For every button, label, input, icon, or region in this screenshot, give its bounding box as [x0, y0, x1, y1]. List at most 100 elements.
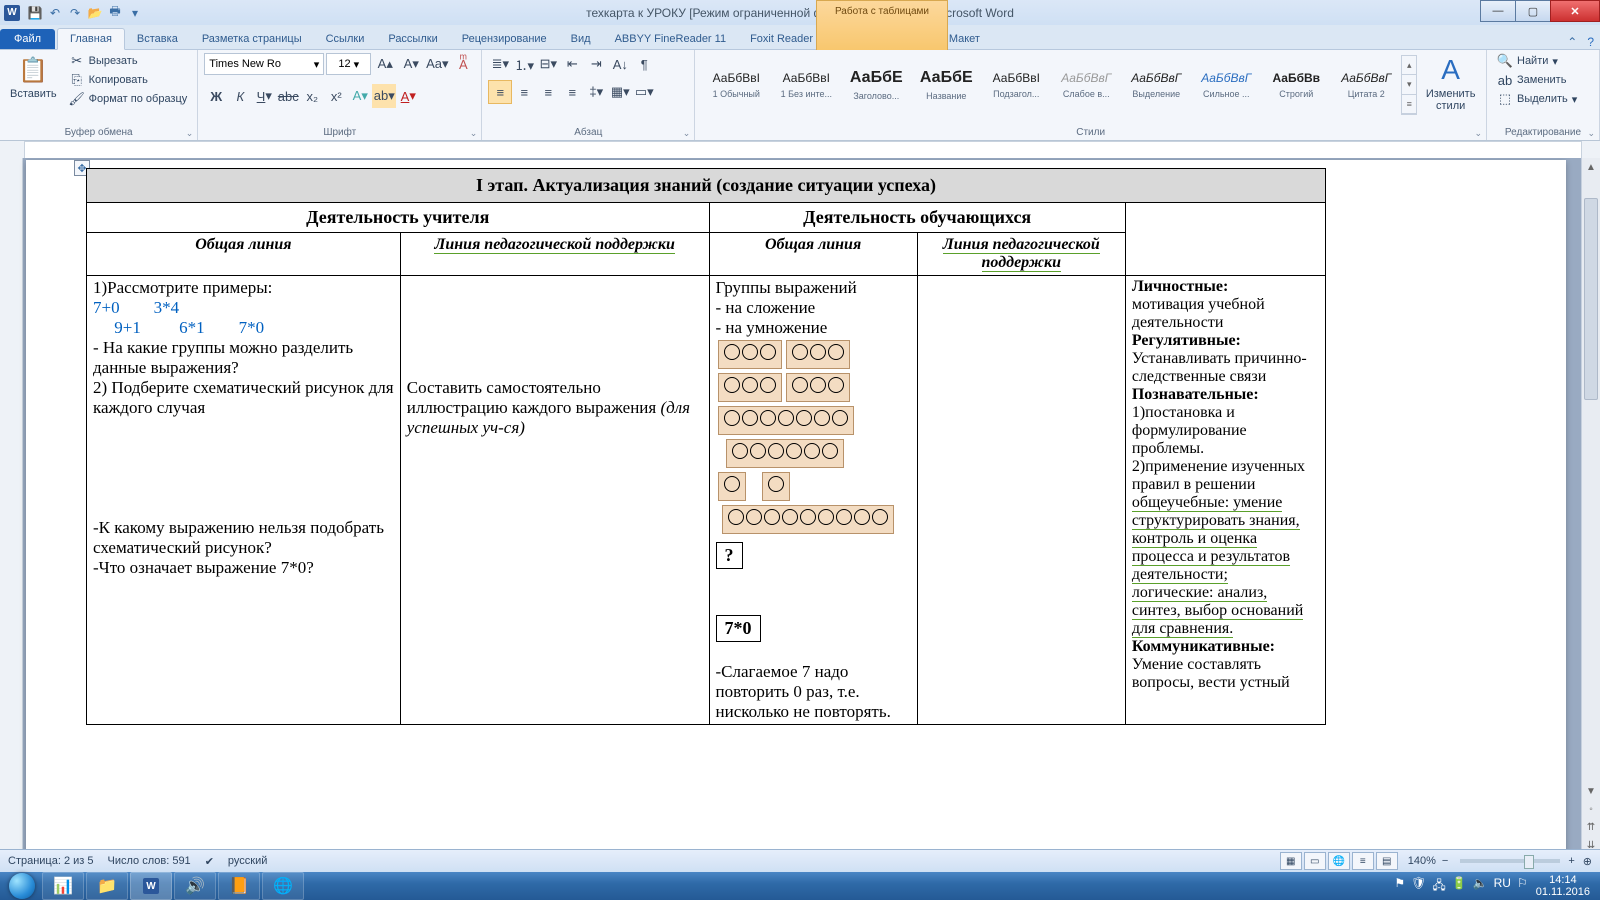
document-table[interactable]: I этап. Актуализация знаний (создание си… [86, 168, 1326, 725]
prev-page-button[interactable]: ⇈ [1582, 818, 1600, 836]
teacher-general-header[interactable]: Общая линия [87, 233, 401, 276]
highlight-button[interactable]: ab▾ [372, 84, 396, 108]
tray-action-icon[interactable]: ⚐ [1517, 876, 1528, 897]
task-chrome[interactable]: 🌐 [262, 872, 304, 900]
tray-shield-icon[interactable]: 🛡 [1411, 876, 1426, 897]
grow-font-button[interactable]: A▴ [373, 52, 397, 76]
qat-preview[interactable]: 🖶 [106, 4, 124, 22]
scroll-down-button[interactable]: ▼ [1582, 782, 1600, 800]
view-draft[interactable]: ▤ [1376, 852, 1398, 870]
select-button[interactable]: ⬚Выделить ▾ [1493, 90, 1581, 108]
tray-flag-icon[interactable]: ⚑ [1394, 876, 1405, 897]
tab-abbyy[interactable]: ABBYY FineReader 11 [603, 29, 739, 49]
tab-view[interactable]: Вид [559, 29, 603, 49]
superscript-button[interactable]: x² [324, 84, 348, 108]
help-icon[interactable]: ? [1587, 35, 1594, 49]
inc-indent-button[interactable]: ⇥ [584, 52, 608, 76]
zoom-in-button[interactable]: + [1568, 855, 1574, 867]
underline-button[interactable]: Ч▾ [252, 84, 276, 108]
zoom-knob[interactable] [1524, 855, 1534, 869]
style-title[interactable]: АаБбЕНазвание [911, 53, 981, 117]
status-language[interactable]: русский [228, 855, 267, 867]
italic-button[interactable]: К [228, 84, 252, 108]
results-cell[interactable]: Личностные: мотивация учебной деятельнос… [1125, 276, 1325, 725]
task-explorer[interactable]: 📁 [86, 872, 128, 900]
vscroll-thumb[interactable] [1584, 198, 1598, 400]
paste-button[interactable]: 📋 Вставить [6, 52, 61, 102]
vertical-scrollbar[interactable]: ▲ ▼ ◦ ⇈ ⇊ [1581, 158, 1600, 854]
teacher-support-cell[interactable]: Составить самостоятельно иллюстрацию каж… [400, 276, 709, 725]
stage-header-cell[interactable]: I этап. Актуализация знаний (создание си… [87, 169, 1326, 203]
format-painter-button[interactable]: 🖌Формат по образцу [65, 90, 192, 108]
change-case-button[interactable]: Aa▾ [425, 52, 449, 76]
task-media[interactable]: 🔊 [174, 872, 216, 900]
qat-undo[interactable]: ↶ [46, 4, 64, 22]
minimize-ribbon-icon[interactable]: ⌃ [1567, 35, 1577, 49]
qat-save[interactable]: 💾 [26, 4, 44, 22]
student-general-cell[interactable]: Группы выражений - на сложение - на умно… [709, 276, 917, 725]
tab-references[interactable]: Ссылки [314, 29, 377, 49]
align-center-button[interactable]: ≡ [512, 80, 536, 104]
task-excel[interactable]: 📊 [42, 872, 84, 900]
scroll-up-button[interactable]: ▲ [1582, 158, 1600, 176]
style-gallery-scroll[interactable]: ▴▾≡ [1401, 55, 1417, 115]
justify-button[interactable]: ≡ [560, 80, 584, 104]
minimize-button[interactable]: — [1480, 0, 1516, 22]
tray-battery-icon[interactable]: 🔋 [1452, 876, 1467, 897]
view-outline[interactable]: ≡ [1352, 852, 1374, 870]
style-no-spacing[interactable]: АаБбВвІ1 Без инте... [771, 53, 841, 117]
font-size-combo[interactable]: 12▾ [326, 53, 371, 75]
qat-open[interactable]: 📂 [86, 4, 104, 22]
status-words[interactable]: Число слов: 591 [108, 855, 191, 867]
student-support-cell[interactable] [917, 276, 1125, 725]
replace-button[interactable]: abЗаменить [1493, 71, 1581, 89]
shrink-font-button[interactable]: A▾ [399, 52, 423, 76]
bold-button[interactable]: Ж [204, 84, 228, 108]
dec-indent-button[interactable]: ⇤ [560, 52, 584, 76]
subscript-button[interactable]: x₂ [300, 84, 324, 108]
align-left-button[interactable]: ≡ [488, 80, 512, 104]
close-button[interactable]: ✕ [1550, 0, 1600, 22]
tab-review[interactable]: Рецензирование [450, 29, 559, 49]
zoom-fit-button[interactable]: ⊕ [1583, 855, 1592, 868]
strike-button[interactable]: abc [276, 84, 300, 108]
borders-button[interactable]: ▭▾ [632, 80, 656, 104]
view-print-layout[interactable]: ▦ [1280, 852, 1302, 870]
task-powerpoint[interactable]: 📙 [218, 872, 260, 900]
tab-mailings[interactable]: Рассылки [376, 29, 449, 49]
style-heading1[interactable]: АаБбЕЗаголово... [841, 53, 911, 117]
tab-home[interactable]: Главная [57, 28, 125, 50]
status-proofing-icon[interactable]: ✔ [205, 855, 214, 868]
start-button[interactable] [4, 872, 40, 900]
style-normal[interactable]: АаБбВвІ1 Обычный [701, 53, 771, 117]
results-header-empty[interactable] [1125, 203, 1325, 276]
font-color-button[interactable]: A▾ [396, 84, 420, 108]
view-full-screen[interactable]: ▭ [1304, 852, 1326, 870]
style-subtle-emphasis[interactable]: АаБбВвГСлабое в... [1051, 53, 1121, 117]
teacher-activity-header[interactable]: Деятельность учителя [87, 203, 710, 233]
tray-lang-icon[interactable]: RU [1494, 876, 1511, 897]
tray-volume-icon[interactable]: 🔈 [1473, 876, 1488, 897]
zoom-slider[interactable] [1460, 859, 1560, 863]
style-emphasis[interactable]: АаБбВвГВыделение [1121, 53, 1191, 117]
style-subtitle[interactable]: АаБбВвІПодзагол... [981, 53, 1051, 117]
zoom-out-button[interactable]: − [1442, 855, 1448, 867]
text-effects-button[interactable]: A▾ [348, 84, 372, 108]
tab-insert[interactable]: Вставка [125, 29, 190, 49]
change-styles-button[interactable]: A Изменить стили [1421, 52, 1480, 114]
align-right-button[interactable]: ≡ [536, 80, 560, 104]
object-browse-button[interactable]: ◦ [1582, 800, 1600, 818]
line-spacing-button[interactable]: ‡▾ [584, 80, 608, 104]
style-intense-emphasis[interactable]: АаБбВвГСильное ... [1191, 53, 1261, 117]
status-page[interactable]: Страница: 2 из 5 [8, 855, 94, 867]
qat-redo[interactable]: ↷ [66, 4, 84, 22]
multilevel-button[interactable]: ⊟▾ [536, 52, 560, 76]
teacher-support-header[interactable]: Линия педагогической поддержки [400, 233, 709, 276]
copy-button[interactable]: ⎘Копировать [65, 71, 192, 89]
file-tab[interactable]: Файл [0, 29, 55, 49]
show-marks-button[interactable]: ¶ [632, 52, 656, 76]
page[interactable]: ✥ I этап. Актуализация знаний (создание … [26, 160, 1566, 872]
shading-button[interactable]: ▦▾ [608, 80, 632, 104]
student-general-header[interactable]: Общая линия [709, 233, 917, 276]
find-button[interactable]: 🔍Найти ▾ [1493, 52, 1581, 70]
